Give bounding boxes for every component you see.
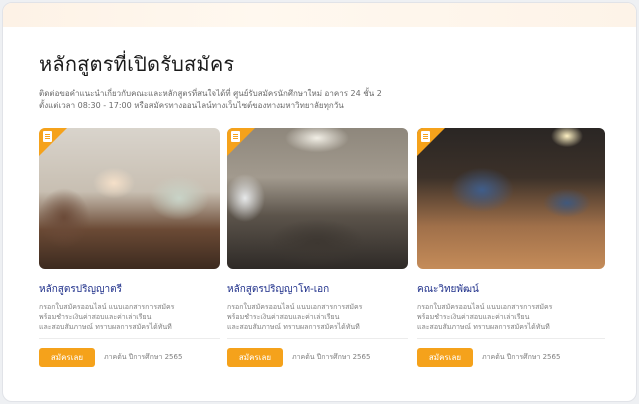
card-title[interactable]: หลักสูตรปริญญาโท-เอก bbox=[227, 282, 329, 297]
term-label: ภาคต้น ปีการศึกษา 2565 bbox=[482, 353, 561, 361]
card-text-line: และสอบสัมภาษณ์ ทราบผลการสมัครได้ทันที bbox=[227, 323, 360, 331]
card-divider bbox=[227, 338, 408, 339]
document-icon bbox=[231, 131, 240, 142]
programs-panel: หลักสูตรที่เปิดรับสมัคร ติดต่อขอคำแนะนำเ… bbox=[2, 2, 637, 402]
document-icon bbox=[421, 131, 430, 142]
apply-button[interactable]: สมัครเลย bbox=[227, 348, 283, 367]
program-card-graduate: หลักสูตรปริญญาโท-เอก กรอกใบสมัครออนไลน์ … bbox=[227, 128, 408, 378]
students-laptop-photo[interactable] bbox=[39, 128, 220, 269]
term-label: ภาคต้น ปีการศึกษา 2565 bbox=[104, 353, 183, 361]
program-card-bachelor: หลักสูตรปริญญาตรี กรอกใบสมัครออนไลน์ แนบ… bbox=[39, 128, 220, 378]
card-text: กรอกใบสมัครออนไลน์ แนบเอกสารการสมัคร พร้… bbox=[39, 302, 220, 332]
card-text-line: และสอบสัมภาษณ์ ทราบผลการสมัครได้ทันที bbox=[417, 323, 550, 331]
document-icon bbox=[43, 131, 52, 142]
section-description: ติดต่อขอคำแนะนำเกี่ยวกับคณะและหลักสูตรที… bbox=[39, 88, 419, 112]
card-text: กรอกใบสมัครออนไลน์ แนบเอกสารการสมัคร พร้… bbox=[227, 302, 408, 332]
card-text-line: พร้อมชำระเงินค่าสอบและค่าเล่าเรียน bbox=[417, 313, 530, 321]
card-text-line: กรอกใบสมัครออนไลน์ แนบเอกสารการสมัคร bbox=[417, 303, 553, 311]
term-label: ภาคต้น ปีการศึกษา 2565 bbox=[292, 353, 371, 361]
card-divider bbox=[39, 338, 220, 339]
apply-button[interactable]: สมัครเลย bbox=[39, 348, 95, 367]
apply-button[interactable]: สมัครเลย bbox=[417, 348, 473, 367]
card-title[interactable]: หลักสูตรปริญญาตรี bbox=[39, 282, 122, 297]
card-text: กรอกใบสมัครออนไลน์ แนบเอกสารการสมัคร พร้… bbox=[417, 302, 605, 332]
card-text-line: พร้อมชำระเงินค่าสอบและค่าเล่าเรียน bbox=[227, 313, 340, 321]
card-text-line: พร้อมชำระเงินค่าสอบและค่าเล่าเรียน bbox=[39, 313, 152, 321]
card-text-line: และสอบสัมภาษณ์ ทราบผลการสมัครได้ทันที bbox=[39, 323, 172, 331]
card-text-line: กรอกใบสมัครออนไลน์ แนบเอกสารการสมัคร bbox=[39, 303, 175, 311]
description-line: ติดต่อขอคำแนะนำเกี่ยวกับคณะและหลักสูตรที… bbox=[39, 89, 382, 98]
description-line: ตั้งแต่เวลา 08:30 - 17:00 หรือสมัครทางออ… bbox=[39, 101, 344, 110]
top-band bbox=[3, 3, 636, 27]
program-card-college: คณะวิทยพัฒน์ กรอกใบสมัครออนไลน์ แนบเอกสา… bbox=[417, 128, 605, 378]
lecture-room-photo[interactable] bbox=[227, 128, 408, 269]
card-title[interactable]: คณะวิทยพัฒน์ bbox=[417, 282, 479, 297]
card-divider bbox=[417, 338, 605, 339]
card-text-line: กรอกใบสมัครออนไลน์ แนบเอกสารการสมัคร bbox=[227, 303, 363, 311]
page-title: หลักสูตรที่เปิดรับสมัคร bbox=[39, 52, 235, 76]
online-meeting-photo[interactable] bbox=[417, 128, 605, 269]
